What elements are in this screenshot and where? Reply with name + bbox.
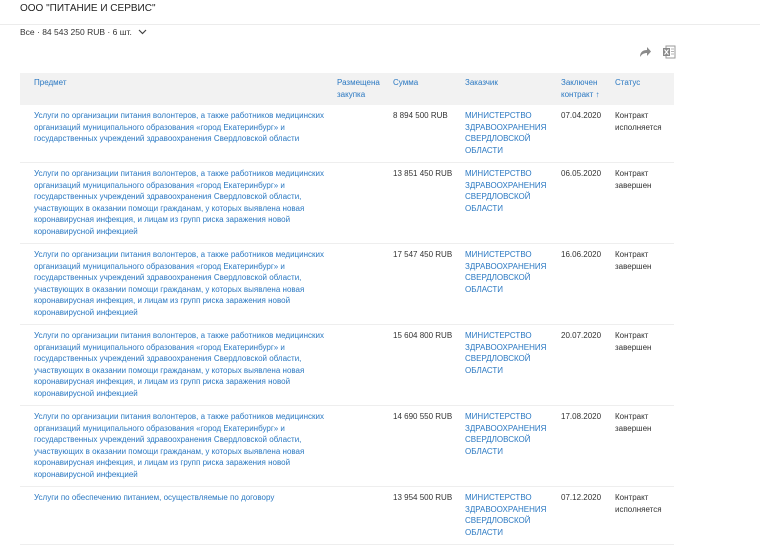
contract-date: 20.07.2020 bbox=[561, 331, 602, 340]
contract-date: 16.06.2020 bbox=[561, 250, 602, 259]
contract-sum: 14 690 550 RUB bbox=[393, 412, 453, 421]
column-header-customer[interactable]: Заказчик bbox=[461, 73, 557, 105]
contract-sum: 8 894 500 RUB bbox=[393, 111, 448, 120]
contract-status: Контракт завершен bbox=[615, 412, 652, 433]
share-arrow-icon[interactable] bbox=[638, 45, 652, 59]
placed-cell bbox=[333, 324, 389, 406]
filter-summary: Все · 84 543 250 RUB · 6 шт. bbox=[20, 27, 132, 37]
contract-sum: 13 851 450 RUB bbox=[393, 169, 453, 178]
table-row: Услуги по организации питания волонтеров… bbox=[20, 324, 674, 406]
table-row: Услуги по обеспечению питанием, осуществ… bbox=[20, 486, 674, 545]
excel-export-icon[interactable] bbox=[662, 45, 676, 59]
filter-dropdown[interactable]: Все · 84 543 250 RUB · 6 шт. bbox=[20, 27, 147, 37]
contract-status: Контракт завершен bbox=[615, 250, 652, 271]
chevron-down-icon bbox=[138, 27, 147, 37]
contracts-table: Предмет Размещена закупка Сумма Заказчик… bbox=[20, 73, 674, 545]
contract-date: 07.04.2020 bbox=[561, 111, 602, 120]
column-header-subject[interactable]: Предмет bbox=[20, 73, 333, 105]
contract-status: Контракт исполняется bbox=[615, 111, 662, 132]
contract-sum: 13 954 500 RUB bbox=[393, 493, 453, 502]
customer-link[interactable]: МИНИСТЕРСТВО ЗДРАВООХРАНЕНИЯ СВЕРДЛОВСКО… bbox=[465, 169, 546, 213]
contract-status: Контракт завершен bbox=[615, 331, 652, 352]
placed-cell bbox=[333, 405, 389, 487]
contract-subject-link[interactable]: Услуги по обеспечению питанием, осуществ… bbox=[34, 493, 274, 502]
customer-link[interactable]: МИНИСТЕРСТВО ЗДРАВООХРАНЕНИЯ СВЕРДЛОВСКО… bbox=[465, 250, 546, 294]
column-header-sum[interactable]: Сумма bbox=[389, 73, 461, 105]
customer-link[interactable]: МИНИСТЕРСТВО ЗДРАВООХРАНЕНИЯ СВЕРДЛОВСКО… bbox=[465, 493, 546, 537]
contract-status: Контракт исполняется bbox=[615, 493, 662, 514]
contract-sum: 15 604 800 RUB bbox=[393, 331, 453, 340]
contract-subject-link[interactable]: Услуги по организации питания волонтеров… bbox=[34, 169, 324, 236]
contract-date: 06.05.2020 bbox=[561, 169, 602, 178]
table-row: Услуги по организации питания волонтеров… bbox=[20, 162, 674, 244]
customer-link[interactable]: МИНИСТЕРСТВО ЗДРАВООХРАНЕНИЯ СВЕРДЛОВСКО… bbox=[465, 111, 546, 155]
contract-subject-link[interactable]: Услуги по организации питания волонтеров… bbox=[34, 250, 324, 317]
table-row: Услуги по организации питания волонтеров… bbox=[20, 405, 674, 487]
placed-cell bbox=[333, 162, 389, 244]
contract-date: 07.12.2020 bbox=[561, 493, 602, 502]
contract-date: 17.08.2020 bbox=[561, 412, 602, 421]
customer-link[interactable]: МИНИСТЕРСТВО ЗДРАВООХРАНЕНИЯ СВЕРДЛОВСКО… bbox=[465, 331, 546, 375]
table-row: Услуги по организации питания волонтеров… bbox=[20, 243, 674, 325]
placed-cell bbox=[333, 243, 389, 325]
company-name: ООО "ПИТАНИЕ И СЕРВИС" bbox=[20, 3, 156, 14]
contract-subject-link[interactable]: Услуги по организации питания волонтеров… bbox=[34, 412, 324, 479]
contract-subject-link[interactable]: Услуги по организации питания волонтеров… bbox=[34, 331, 324, 398]
table-header-row: Предмет Размещена закупка Сумма Заказчик… bbox=[20, 73, 674, 105]
placed-cell bbox=[333, 486, 389, 545]
toolbar bbox=[638, 45, 676, 59]
contract-status: Контракт завершен bbox=[615, 169, 652, 190]
placed-cell bbox=[333, 105, 389, 163]
customer-link[interactable]: МИНИСТЕРСТВО ЗДРАВООХРАНЕНИЯ СВЕРДЛОВСКО… bbox=[465, 412, 546, 456]
column-header-status[interactable]: Статус bbox=[611, 73, 674, 105]
contract-sum: 17 547 450 RUB bbox=[393, 250, 453, 259]
column-header-date[interactable]: Заключен контракт ↑ bbox=[557, 73, 611, 105]
table-row: Услуги по организации питания волонтеров… bbox=[20, 105, 674, 163]
contract-subject-link[interactable]: Услуги по организации питания волонтеров… bbox=[34, 111, 324, 143]
column-header-placed[interactable]: Размещена закупка bbox=[333, 73, 389, 105]
page-header: ООО "ПИТАНИЕ И СЕРВИС" bbox=[0, 0, 760, 25]
